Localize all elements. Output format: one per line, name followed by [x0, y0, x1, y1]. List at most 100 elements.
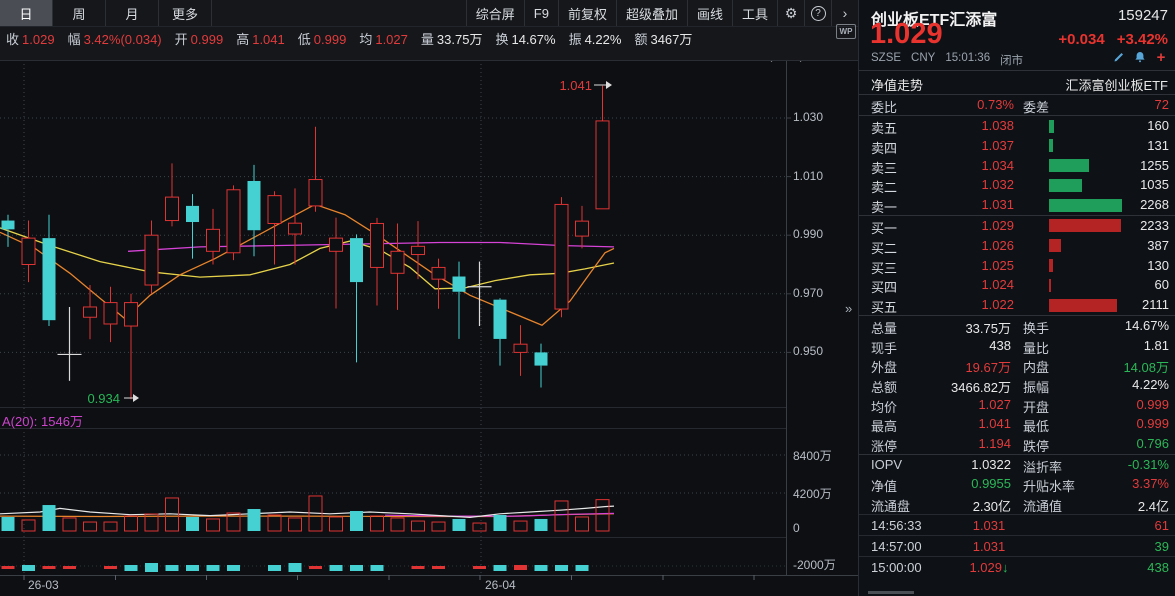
tab-period-3[interactable]: 更多 — [159, 0, 212, 26]
price-axis-tick: 1.030 — [793, 110, 823, 124]
stat-label: 流通盘 — [871, 496, 910, 515]
bid-price: 1.025 — [919, 258, 1014, 273]
high-price-annotation: 1.041 — [548, 78, 592, 93]
stat-value: 3467万 — [650, 32, 692, 47]
weibi-label: 委比 — [871, 97, 897, 116]
stat-value: 0.999 — [191, 32, 224, 47]
tick-row[interactable]: 14:57:001.03139 — [859, 535, 1175, 556]
stat-row: 涨停1.194跌停0.796 — [859, 434, 1175, 454]
nav-tab-row[interactable]: 净值走势 汇添富创业板ETF — [859, 71, 1175, 95]
panel-collapse-icon[interactable]: » — [845, 301, 852, 316]
bid-level-label: 买四 — [871, 277, 897, 296]
tick-time: 14:56:33 — [871, 518, 922, 533]
low-price-annotation: 0.934 — [70, 391, 120, 406]
price-axis-tick: 1.010 — [793, 169, 823, 183]
bid-size-bar — [1049, 279, 1051, 292]
stat-value: 14.08万 — [1059, 357, 1169, 376]
ask-row[interactable]: 卖四1.037131 — [859, 136, 1175, 156]
change-percent: +3.42% — [1117, 31, 1168, 48]
bid-size: 60 — [1155, 277, 1169, 292]
stat-label: 量 — [421, 32, 434, 47]
ask-size-bar — [1049, 159, 1089, 172]
ask-row[interactable]: 卖五1.038160 — [859, 116, 1175, 136]
menu-item-4[interactable]: 画线 — [687, 0, 732, 26]
bid-row[interactable]: 买一1.0292233 — [859, 216, 1175, 236]
edit-icon[interactable] — [1112, 50, 1126, 64]
bid-row[interactable]: 买三1.025130 — [859, 256, 1175, 276]
stat-低: 低0.999 — [298, 29, 347, 48]
nav-trend-label[interactable]: 净值走势 — [871, 75, 923, 94]
add-icon[interactable]: + — [1154, 50, 1168, 64]
tick-time: 14:57:00 — [871, 539, 922, 554]
stat-row: 流通盘2.30亿流通值2.4亿 — [859, 494, 1175, 514]
bid-size: 387 — [1147, 238, 1169, 253]
candlestick-chart-panel[interactable]: 1.041 0.934 A(20): 1546万 2026/02/02-2026… — [0, 0, 858, 596]
tab-period-1[interactable]: 周 — [53, 0, 106, 26]
quote-subinfo: SZSE CNY 15:01:36 闭市 — [871, 52, 1023, 68]
help-icon[interactable]: ? — [804, 0, 831, 26]
bid-size-bar — [1049, 259, 1053, 272]
bid-row[interactable]: 买二1.026387 — [859, 236, 1175, 256]
ask-row[interactable]: 卖二1.0321035 — [859, 175, 1175, 195]
menu-item-2[interactable]: 前复权 — [558, 0, 616, 26]
tab-period-2[interactable]: 月 — [106, 0, 159, 26]
bid-size: 130 — [1147, 258, 1169, 273]
stat-label: 内盘 — [1023, 357, 1049, 376]
menu-item-0[interactable]: 综合屏 — [466, 0, 524, 26]
ask-row[interactable]: 卖三1.0341255 — [859, 156, 1175, 176]
toolbar: 日周月更多 综合屏F9前复权超级叠加画线工具⚙?› 收1.029幅3.42%(0… — [0, 0, 858, 61]
ask-size-bar — [1049, 120, 1054, 133]
price-axis-tick: 0.950 — [793, 344, 823, 358]
price-change: +0.034+3.42% — [1058, 31, 1168, 48]
candlestick-chart[interactable] — [0, 0, 858, 596]
stat-row: 现手438量比1.81 — [859, 336, 1175, 356]
alert-bell-icon[interactable] — [1133, 50, 1147, 64]
bid-row[interactable]: 买五1.0222111 — [859, 295, 1175, 315]
stat-label: 幅 — [68, 32, 81, 47]
tick-row[interactable]: 15:00:001.029↓438 — [859, 556, 1175, 577]
stat-label: 净值 — [871, 476, 897, 495]
currency-label: CNY — [911, 52, 935, 68]
stat-label: 跌停 — [1023, 436, 1049, 455]
stat-value: 4.22% — [585, 32, 622, 47]
ask-level-label: 卖三 — [871, 158, 897, 177]
bid-size-bar — [1049, 239, 1061, 252]
stat-label: 流通值 — [1023, 496, 1062, 515]
stat-label: 收 — [6, 32, 19, 47]
scrollbar-thumb[interactable] — [868, 591, 914, 594]
stat-row: 外盘19.67万内盘14.08万 — [859, 355, 1175, 375]
stat-value: 33.75万 — [437, 32, 483, 47]
ask-price: 1.031 — [919, 197, 1014, 212]
stat-value: 1.041 — [909, 416, 1011, 431]
weicha-value: 72 — [1155, 97, 1169, 112]
stat-高: 高1.041 — [236, 29, 285, 48]
stat-value: 1.194 — [909, 436, 1011, 451]
tab-period-0[interactable]: 日 — [0, 0, 53, 26]
stats-grid-2: IOPV1.0322溢折率-0.31%净值0.9955升贴水率3.37%流通盘2… — [859, 455, 1175, 514]
tick-price: 1.029↓ — [944, 560, 1034, 575]
ask-size: 160 — [1147, 118, 1169, 133]
ask-size-bar — [1049, 139, 1053, 152]
bid-level-label: 买五 — [871, 297, 897, 316]
stat-label: 高 — [236, 32, 249, 47]
menu-item-1[interactable]: F9 — [524, 0, 558, 26]
chevron-right-icon[interactable]: › — [831, 0, 858, 26]
menu-item-3[interactable]: 超级叠加 — [616, 0, 687, 26]
gear-icon[interactable]: ⚙ — [777, 0, 804, 26]
volume-axis-tick: 4200万 — [793, 485, 832, 502]
stat-label: 最低 — [1023, 416, 1049, 435]
stat-收: 收1.029 — [6, 29, 55, 48]
stat-row: 净值0.9955升贴水率3.37% — [859, 474, 1175, 494]
fund-name-label[interactable]: 汇添富创业板ETF — [1065, 75, 1168, 94]
order-imbalance-row: 委比 0.73% 委差 72 — [859, 95, 1175, 116]
tick-row[interactable]: 14:56:331.03161 — [859, 514, 1175, 535]
stat-label: 额 — [634, 32, 647, 47]
menu-item-5[interactable]: 工具 — [732, 0, 777, 26]
date-axis-tick: 26-03 — [28, 578, 59, 592]
ask-row[interactable]: 卖一1.0312268 — [859, 195, 1175, 215]
wp-badge[interactable]: WP — [836, 24, 856, 39]
bid-row[interactable]: 买四1.02460 — [859, 275, 1175, 295]
volume-axis-tick: -2000万 — [793, 556, 836, 573]
ask-price: 1.037 — [919, 138, 1014, 153]
stat-value: 1.027 — [909, 397, 1011, 412]
